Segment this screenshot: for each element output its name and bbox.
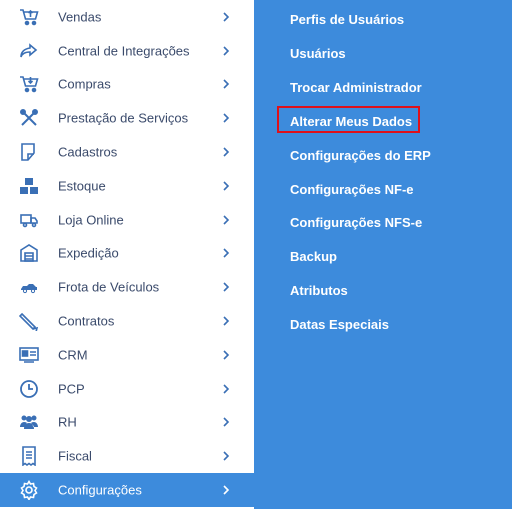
chevron-right-icon: [223, 282, 230, 292]
chevron-right-icon: [223, 350, 230, 360]
submenu-item-backup[interactable]: Backup: [290, 249, 337, 264]
chevron-right-icon: [223, 79, 230, 90]
sidebar-item-vendas[interactable]: Vendas: [0, 0, 254, 34]
sidebar-item-label: Expedição: [58, 245, 119, 261]
sidebar-item-estoque[interactable]: Estoque: [0, 169, 254, 203]
chevron-right-icon: [223, 12, 230, 22]
boxes-icon: [18, 175, 40, 197]
sidebar-item-label: Estoque: [58, 178, 106, 194]
id-card-icon: [18, 344, 40, 366]
pen-icon: [18, 310, 40, 332]
sidebar-item-contratos[interactable]: Contratos: [0, 304, 254, 338]
edit-document-icon: [18, 141, 40, 163]
sidebar-item-pcp[interactable]: PCP: [0, 372, 254, 406]
submenu-item-configuracoes-erp[interactable]: Configurações do ERP: [290, 148, 431, 163]
sidebar-item-label: Configurações: [58, 482, 142, 498]
sidebar-item-label: Fiscal: [58, 448, 92, 464]
sidebar-item-label: Loja Online: [58, 212, 124, 228]
gear-icon: [18, 479, 40, 501]
share-arrow-icon: [18, 40, 40, 62]
sidebar-item-rh[interactable]: RH: [0, 406, 254, 440]
submenu-item-alterar-meus-dados[interactable]: Alterar Meus Dados: [290, 114, 412, 129]
sidebar-item-label: Compras: [58, 76, 111, 92]
chevron-right-icon: [223, 316, 230, 326]
sidebar-item-label: Contratos: [58, 313, 115, 329]
receipt-icon: [18, 445, 40, 467]
submenu-item-atributos[interactable]: Atributos: [290, 283, 348, 298]
sidebar-item-label: Vendas: [58, 9, 102, 25]
chevron-right-icon: [223, 147, 230, 157]
chevron-right-icon: [223, 384, 230, 394]
sidebar-menu: Vendas Central de Integrações Compras Pr…: [0, 0, 254, 509]
submenu-item-configuracoes-nfe[interactable]: Configurações NF-e: [290, 182, 414, 197]
submenu-item-usuarios[interactable]: Usuários: [290, 46, 346, 61]
clock-icon: [18, 378, 40, 400]
sidebar-item-configuracoes[interactable]: Configurações: [0, 473, 254, 507]
sidebar-item-label: Cadastros: [58, 144, 118, 160]
sidebar-item-label: Frota de Veículos: [58, 279, 160, 295]
chevron-right-icon: [223, 417, 230, 428]
sidebar-item-label: RH: [58, 414, 77, 430]
submenu-item-trocar-administrador[interactable]: Trocar Administrador: [290, 80, 422, 95]
chevron-right-icon: [223, 215, 230, 225]
sidebar-item-frota-veiculos[interactable]: Frota de Veículos: [0, 270, 254, 304]
cart-download-icon: [18, 73, 40, 95]
chevron-right-icon: [223, 485, 230, 495]
delivery-truck-icon: [18, 209, 40, 231]
sidebar-item-central-integracoes[interactable]: Central de Integrações: [0, 34, 254, 68]
submenu-item-datas-especiais[interactable]: Datas Especiais: [290, 317, 389, 332]
chevron-right-icon: [223, 181, 230, 191]
sidebar-item-label: PCP: [58, 381, 85, 397]
sidebar-item-cadastros[interactable]: Cadastros: [0, 135, 254, 169]
sidebar-item-prestacao-servicos[interactable]: Prestação de Serviços: [0, 101, 254, 135]
sidebar-item-expedicao[interactable]: Expedição: [0, 237, 254, 271]
sidebar-item-loja-online[interactable]: Loja Online: [0, 203, 254, 237]
configuracoes-submenu: Perfis de Usuários Usuários Trocar Admin…: [254, 0, 512, 509]
chevron-right-icon: [223, 46, 230, 56]
chevron-right-icon: [223, 248, 230, 259]
sidebar-item-label: Prestação de Serviços: [58, 110, 189, 126]
submenu-item-perfis-usuarios[interactable]: Perfis de Usuários: [290, 12, 404, 27]
car-icon: [18, 276, 40, 298]
warehouse-icon: [18, 242, 40, 264]
tools-icon: [18, 107, 40, 129]
chevron-right-icon: [223, 113, 230, 123]
submenu-item-configuracoes-nfse[interactable]: Configurações NFS-e: [290, 215, 422, 230]
sidebar-item-label: Central de Integrações: [58, 43, 190, 59]
users-icon: [18, 411, 40, 433]
cart-upload-icon: [18, 6, 40, 28]
sidebar-item-fiscal[interactable]: Fiscal: [0, 439, 254, 473]
chevron-right-icon: [223, 451, 230, 461]
sidebar-item-crm[interactable]: CRM: [0, 338, 254, 372]
sidebar-item-label: CRM: [58, 347, 88, 363]
sidebar-item-compras[interactable]: Compras: [0, 68, 254, 102]
